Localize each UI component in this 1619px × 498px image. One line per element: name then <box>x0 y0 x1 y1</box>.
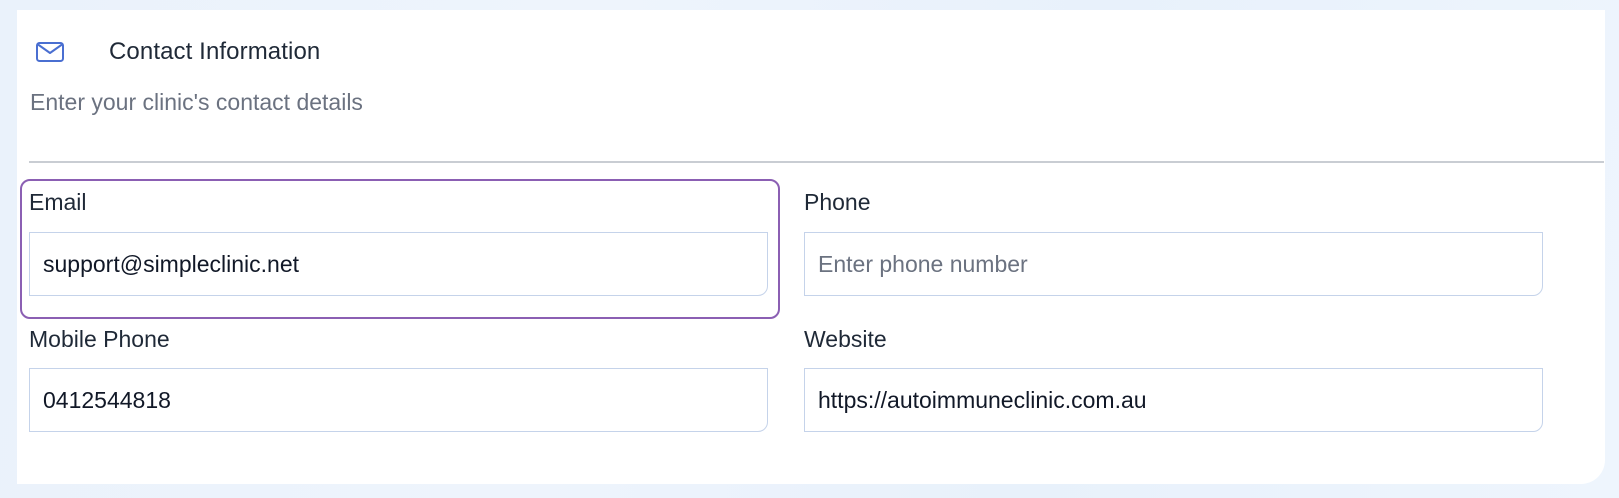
mobile-phone-label: Mobile Phone <box>29 326 170 352</box>
contact-information-card: Contact Information Enter your clinic's … <box>17 10 1605 484</box>
section-title: Contact Information <box>109 38 321 65</box>
phone-label: Phone <box>804 189 871 215</box>
section-subtitle: Enter your clinic's contact details <box>30 89 363 115</box>
mobile-phone-field[interactable] <box>29 368 768 432</box>
email-field[interactable] <box>29 232 768 296</box>
section-header: Contact Information <box>35 38 321 65</box>
phone-field[interactable] <box>804 232 1543 296</box>
mail-icon <box>35 41 65 63</box>
email-label: Email <box>29 189 87 215</box>
section-divider <box>29 161 1604 163</box>
website-label: Website <box>804 326 887 352</box>
website-field[interactable] <box>804 368 1543 432</box>
